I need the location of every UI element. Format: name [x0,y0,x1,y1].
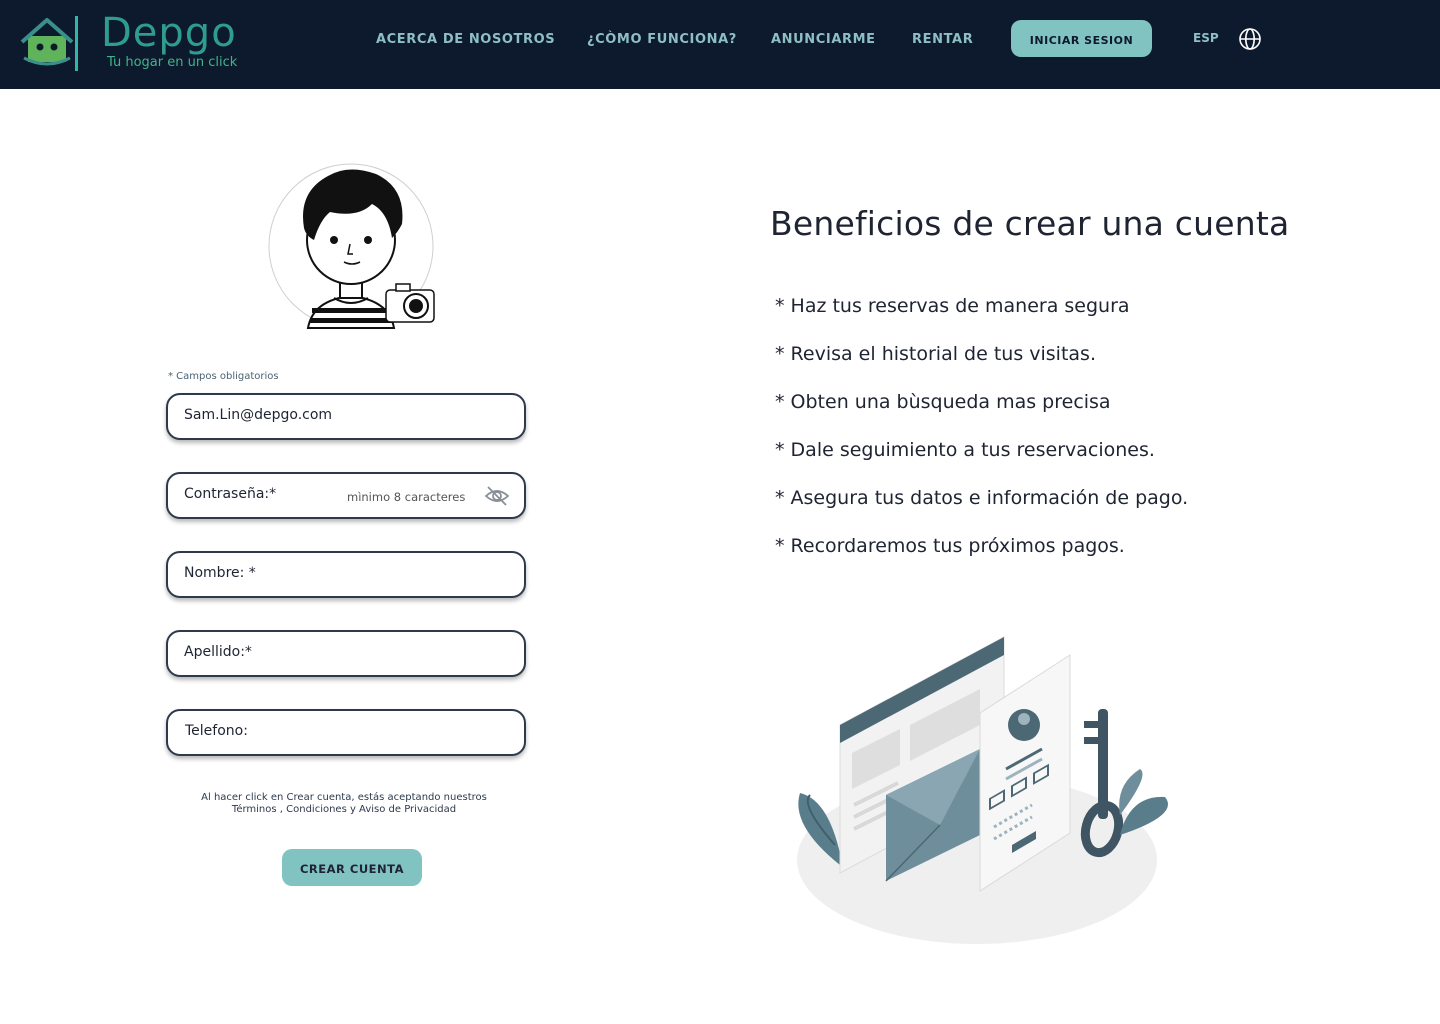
terms-notice: Al hacer click en Crear cuenta, estás ac… [166,792,522,816]
phone-label: Telefono: [185,723,248,739]
eye-off-icon[interactable] [484,485,510,507]
profile-avatar[interactable] [268,162,438,332]
required-fields-note: * Campos obligatorios [168,371,279,382]
brand-name[interactable]: Depgo [101,8,237,58]
language-selector[interactable]: ESP [1193,31,1219,45]
name-field[interactable]: Nombre: * [166,551,526,598]
benefit-item: * Dale seguimiento a tus reservaciones. [775,439,1155,461]
benefit-item: * Obten una bùsqueda mas precisa [775,391,1111,413]
last-name-label: Apellido:* [184,644,252,660]
password-hint: mìnimo 8 caracteres [347,490,466,504]
last-name-field[interactable]: Apellido:* [166,630,526,677]
email-field[interactable]: Sam.Lin@depgo.com [166,393,526,440]
nav-rent[interactable]: RENTAR [912,32,973,48]
nav-advertise[interactable]: ANUNCIARME [771,32,876,48]
password-label: Contraseña:* [184,486,277,502]
nav-about-us[interactable]: ACERCA DE NOSOTROS [376,32,555,48]
email-value: Sam.Lin@depgo.com [184,407,333,423]
phone-field[interactable]: Telefono: [166,709,526,756]
create-account-button[interactable]: CREAR CUENTA [282,849,422,886]
terms-line-1: Al hacer click en Crear cuenta, estás ac… [201,792,487,803]
brand-tagline: Tu hogar en un click [107,55,238,70]
globe-icon[interactable] [1238,27,1262,51]
benefit-item: * Asegura tus datos e información de pag… [775,487,1189,509]
password-field[interactable]: Contraseña:* mìnimo 8 caracteres [166,472,526,519]
benefit-item: * Revisa el historial de tus visitas. [775,343,1096,365]
nav-how-it-works[interactable]: ¿CÒMO FUNCIONA? [587,32,737,48]
terms-line-2[interactable]: Términos , Condiciones y Aviso de Privac… [166,804,522,816]
name-label: Nombre: * [184,565,256,581]
house-logo-icon[interactable] [16,14,78,72]
camera-icon[interactable] [385,283,435,323]
benefits-title: Beneficios de crear una cuenta [770,204,1290,243]
benefit-item: * Haz tus reservas de manera segura [775,295,1130,317]
benefit-item: * Recordaremos tus próximos pagos. [775,535,1125,557]
top-navbar: Depgo Tu hogar en un click ACERCA DE NOS… [0,0,1440,89]
login-button[interactable]: INICIAR SESION [1011,20,1152,57]
account-security-illustration [797,636,1168,944]
